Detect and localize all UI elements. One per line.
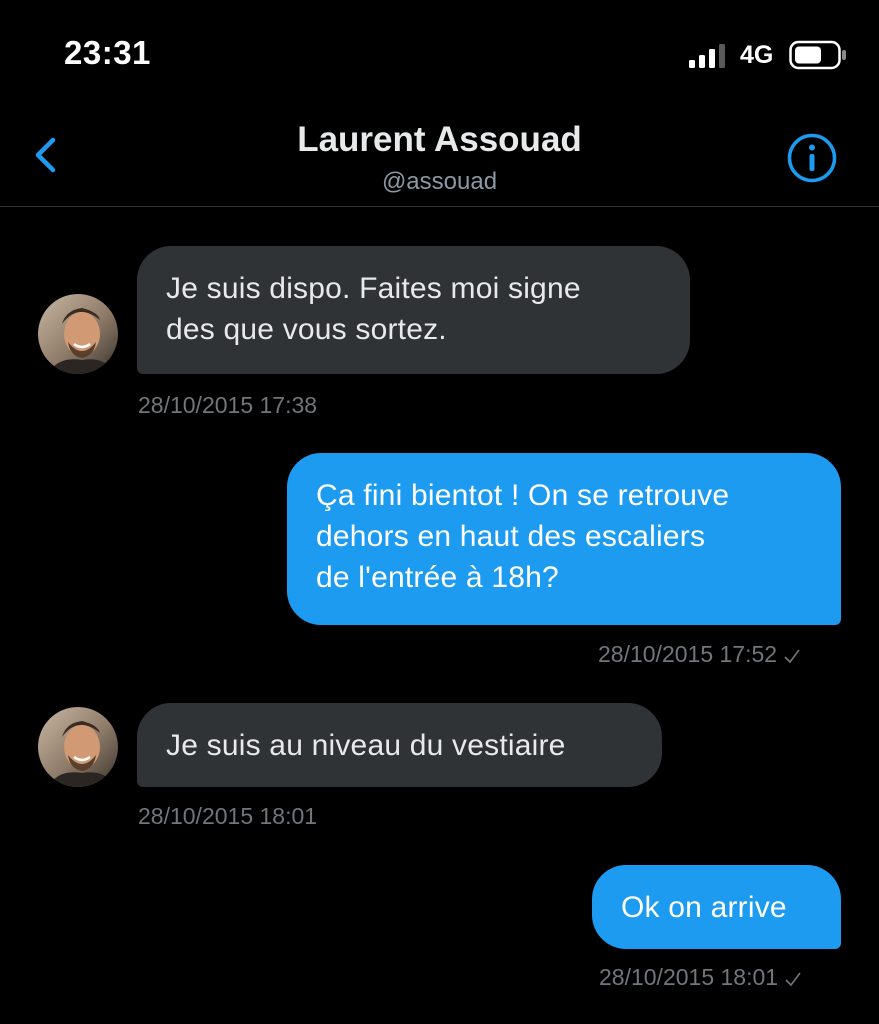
status-time: 23:31 <box>64 34 151 71</box>
checkmark-icon <box>785 972 801 987</box>
message-row: Je suis dispo. Faites moi signe des que … <box>0 246 879 418</box>
status-bar: 23:31 4G <box>0 0 879 110</box>
message-row: Ça fini bientot ! On se retrouve dehors … <box>0 453 879 673</box>
message-bubble-outgoing[interactable]: Ça fini bientot ! On se retrouve dehors … <box>287 453 841 625</box>
battery-icon <box>789 40 846 70</box>
conversation-title[interactable]: Laurent Assouad <box>0 120 879 160</box>
message-bubble-incoming[interactable]: Je suis dispo. Faites moi signe des que … <box>137 246 690 374</box>
message-timestamp-row: 28/10/2015 18:01 <box>599 964 802 991</box>
message-timestamp-row: 28/10/2015 17:52 <box>598 641 801 668</box>
message-bubble-incoming[interactable]: Je suis au niveau du vestiaire <box>137 703 662 787</box>
avatar-photo <box>38 294 118 374</box>
network-type: 4G <box>740 41 774 69</box>
conversation-header: Laurent Assouad @assouad <box>0 110 879 207</box>
conversation-handle[interactable]: @assouad <box>0 168 879 196</box>
cellular-signal-icon <box>689 44 725 68</box>
message-timestamp: 28/10/2015 18:01 <box>138 803 318 829</box>
checkmark-icon <box>784 649 800 664</box>
message-row: Je suis au niveau du vestiaire 28/10/201… <box>0 703 879 833</box>
avatar[interactable] <box>38 294 118 374</box>
avatar-photo <box>38 707 118 787</box>
info-icon[interactable] <box>786 132 838 184</box>
message-bubble-outgoing[interactable]: Ok on arrive <box>592 865 841 949</box>
message-row: Ok on arrive 28/10/2015 18:01 <box>0 865 879 1005</box>
message-timestamp: 28/10/2015 17:38 <box>138 392 318 418</box>
avatar[interactable] <box>38 707 118 787</box>
message-timestamp: 28/10/2015 18:01 <box>599 964 779 990</box>
message-timestamp: 28/10/2015 17:52 <box>598 641 778 667</box>
